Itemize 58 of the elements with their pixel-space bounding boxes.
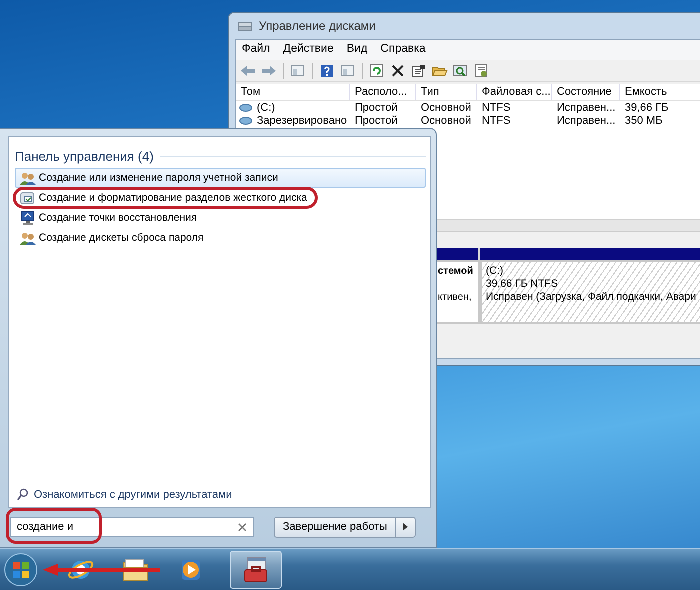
menu-item[interactable]: Файл	[242, 43, 270, 57]
window-title: Управление дисками	[259, 19, 376, 33]
delete-icon[interactable]	[390, 64, 406, 78]
table-cell-text: NTFS	[481, 102, 512, 114]
column-header[interactable]: Состояние	[552, 84, 620, 100]
disk-partition-icon	[20, 190, 36, 206]
table-cell: (C:)	[257, 102, 276, 114]
table-cell: Зарезервировано	[257, 114, 348, 126]
pane-icon[interactable]	[290, 64, 306, 78]
menu-item[interactable]: Справка	[380, 43, 426, 57]
table-cell-text: 350 МБ	[624, 114, 664, 126]
search-result[interactable]: Создание дискеты сброса пароля	[15, 228, 426, 248]
volume-icon	[239, 102, 253, 112]
help-icon[interactable]	[319, 64, 335, 78]
partition-text: ктивен,	[438, 291, 473, 304]
table-cell-text: NTFS	[481, 114, 512, 126]
clear-button[interactable]	[238, 522, 247, 532]
partition-block[interactable]: (C:) 39,66 ГБ NTFS Исправен (Загрузка, Файл подкачки, Авари	[480, 260, 700, 324]
monitor-icon	[20, 210, 36, 226]
table-cell-text: Исправен...	[556, 102, 617, 114]
column-header[interactable]: Емкость	[620, 84, 700, 100]
start-button[interactable]	[4, 552, 38, 586]
search-icon	[17, 488, 29, 501]
section-title: Панель управления (4)	[15, 149, 154, 164]
partition-text: 39,66 ГБ NTFS	[486, 278, 560, 291]
taskbar-button[interactable]	[230, 550, 282, 588]
table-cell-text: Основной	[420, 114, 472, 126]
menu-item[interactable]: Вид	[346, 43, 368, 57]
more-results-link[interactable]: Ознакомиться с другими результатами	[34, 488, 232, 500]
magnifier-icon[interactable]	[453, 64, 469, 78]
table-cell-text: Исправен...	[556, 114, 617, 126]
menu-item[interactable]: Действие	[283, 43, 334, 57]
table-cell-text: Простой	[354, 114, 399, 126]
search-result[interactable]: Создание и форматирование разделов жесткого диска	[13, 187, 318, 209]
table-cell-text: 39,66 ГБ	[624, 102, 670, 114]
shutdown-button[interactable]: Завершение работы	[274, 516, 396, 538]
users-icon	[20, 230, 36, 246]
column-header[interactable]: Файловая с...	[477, 84, 552, 100]
refresh-icon[interactable]	[369, 64, 385, 78]
volume-icon	[239, 116, 253, 126]
partition-text: (C:)	[486, 265, 504, 278]
column-header[interactable]: Тип	[416, 84, 477, 100]
table-cell-text: Простой	[354, 102, 399, 114]
pane-icon[interactable]	[340, 64, 356, 78]
column-header[interactable]: Располо...	[350, 84, 416, 100]
properties-icon[interactable]	[411, 64, 427, 78]
search-result[interactable]: Создание или изменение пароля учетной записи	[15, 168, 426, 188]
settings-icon[interactable]	[474, 64, 490, 78]
toolbox-icon[interactable]	[242, 556, 270, 584]
column-header[interactable]: Том	[236, 84, 350, 100]
partition-text: стемой	[438, 265, 474, 278]
partition-text: Исправен (Загрузка, Файл подкачки, Авари	[486, 291, 698, 304]
triangle-icon	[403, 523, 408, 531]
users-icon	[20, 170, 36, 186]
shutdown-options-button[interactable]	[396, 516, 416, 538]
search-field[interactable]: создание и	[10, 517, 254, 537]
table-cell-text: Основной	[420, 102, 472, 114]
search-result[interactable]: Создание точки восстановления	[15, 208, 426, 228]
